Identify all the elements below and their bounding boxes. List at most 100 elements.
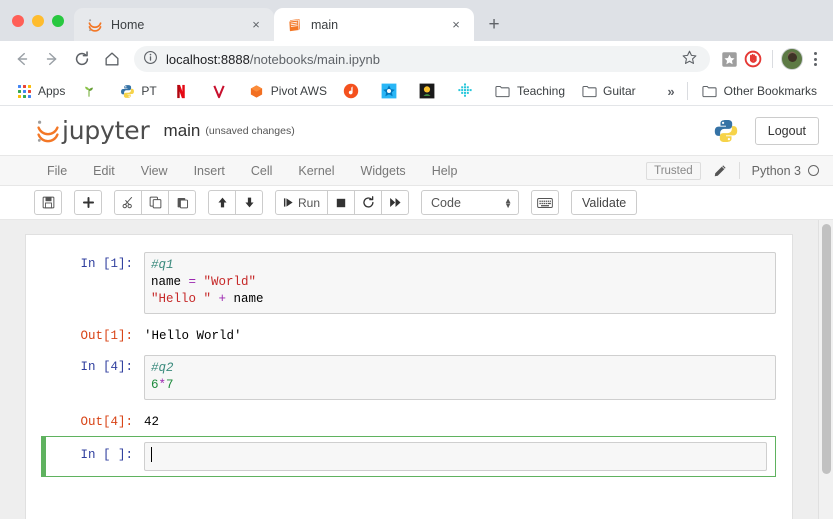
red-block-extension-icon[interactable] [742,48,764,70]
browser-tab-home[interactable]: Home × [74,8,274,41]
gray-star-extension-icon[interactable] [718,48,740,70]
input-prompt: In [4]: [80,360,133,374]
notebook-scroll-area: In [1]: #q1 name = "World" "Hello " + na… [0,220,833,519]
home-button[interactable] [98,45,126,73]
save-icon[interactable] [34,190,62,215]
bookmark-pt[interactable]: PT [111,79,164,103]
close-icon[interactable]: × [448,17,464,33]
kernel-idle-circle-icon[interactable] [808,165,819,176]
star-outline-icon[interactable] [681,49,698,69]
menu-item-insert[interactable]: Insert [181,156,238,186]
run-button[interactable]: Run [275,190,329,215]
output-prompt: Out[4]: [80,415,133,429]
menu-item-help[interactable]: Help [419,156,471,186]
notebook-icon [287,17,303,33]
notebook-name[interactable]: main [164,121,201,141]
bookmark-other-bookmarks[interactable]: Other Bookmarks [694,79,825,103]
orange-cube-icon [249,83,265,99]
browser-tab-main[interactable]: main × [274,8,474,41]
address-bar[interactable]: localhost:8888/notebooks/main.ipynb [134,46,710,72]
maximize-window-button[interactable] [52,14,64,27]
bookmark-label: Teaching [516,84,565,98]
bookmark-folder-teaching[interactable]: Teaching [487,79,573,103]
jupyter-brand[interactable]: jupyter [34,116,150,145]
close-icon[interactable]: × [248,17,264,33]
toolbar-divider [772,50,773,68]
menu-item-view[interactable]: View [128,156,181,186]
pencil-icon[interactable] [713,164,727,178]
run-label: Run [298,195,321,210]
add-cell-icon[interactable] [74,190,102,215]
browser-toolbar: localhost:8888/notebooks/main.ipynb [0,41,833,77]
cell-type-value: Code [431,195,461,210]
info-circle-icon[interactable] [143,50,158,68]
reload-button[interactable] [68,45,96,73]
save-status: (unsaved changes) [205,124,295,137]
new-tab-button[interactable]: + [480,10,508,38]
scrollbar-thumb[interactable] [822,224,831,474]
bookmark-pivot-aws[interactable]: Pivot AWS [241,79,335,103]
logout-button[interactable]: Logout [754,116,819,145]
validate-button[interactable]: Validate [571,190,638,215]
forward-button[interactable] [38,45,66,73]
code-editor[interactable]: #q1 name = "World" "Hello " + name [144,252,776,314]
code-editor[interactable]: #q2 6*7 [144,355,776,400]
code-editor-active[interactable] [144,442,767,471]
restart-run-all-icon[interactable] [381,190,410,215]
folder-icon [702,83,718,99]
code-token-operator: * [158,378,167,392]
menubar-right-group: Trusted Python 3 [646,161,833,180]
notebook-toolbar: Run Code ▲ ▼ Validate [0,186,833,220]
output-prompt: Out[1]: [80,329,133,343]
menu-item-edit[interactable]: Edit [80,156,128,186]
code-cell-3-selected[interactable]: In [ ]: [41,436,776,477]
code-token-comment: #q1 [151,258,174,272]
bookmark-folder-guitar[interactable]: Guitar [573,79,644,103]
output-text: 42 [144,415,160,429]
bookmark-label: PT [141,84,157,98]
bookmark-v[interactable] [203,79,241,103]
bookmarks-overflow-button[interactable]: » [661,84,680,99]
paste-icon[interactable] [168,190,196,215]
cut-icon[interactable] [114,190,142,215]
bookmark-orange-circle[interactable] [335,79,373,103]
url-path: /notebooks/main.ipynb [249,51,380,67]
bookmark-teal-dots[interactable] [449,79,487,103]
kebab-menu-icon[interactable] [805,48,825,70]
bookmark-apps[interactable]: Apps [8,79,73,103]
cell-type-select[interactable]: Code ▲ ▼ [421,190,520,215]
bookmark-netflix[interactable] [165,79,203,103]
copy-icon[interactable] [141,190,169,215]
bookmark-label: Pivot AWS [270,84,327,98]
notebook-cell-container: In [1]: #q1 name = "World" "Hello " + na… [25,234,793,519]
close-window-button[interactable] [12,14,24,27]
minimize-window-button[interactable] [32,14,44,27]
keyboard-icon[interactable] [531,190,560,215]
restart-icon[interactable] [354,190,383,215]
bookmark-dark-badge[interactable] [411,79,449,103]
code-cell-2[interactable]: In [4]: #q2 6*7 [26,350,792,405]
orange-circle-icon [343,83,359,99]
stop-icon[interactable] [327,190,356,215]
toolbar-group-clipboard [114,190,196,215]
status-badge[interactable]: Trusted [646,161,701,180]
folder-icon [581,83,597,99]
toolbar-group-save [34,190,62,215]
code-cell-1[interactable]: In [1]: #q1 name = "World" "Hello " + na… [26,247,792,319]
chevron-updown-icon: ▲ ▼ [504,195,513,210]
page-scrollbar[interactable] [818,220,833,519]
back-button[interactable] [8,45,36,73]
menu-item-widgets[interactable]: Widgets [348,156,419,186]
code-token-number: 7 [166,378,174,392]
output-cell-1: Out[1]: 'Hello World' [26,319,792,350]
jupyter-logo-icon [87,17,103,33]
bookmark-sprout[interactable] [73,79,111,103]
bookmark-blue-square[interactable] [373,79,411,103]
menu-item-file[interactable]: File [34,156,80,186]
avatar[interactable] [781,48,803,70]
move-down-icon[interactable] [235,190,263,215]
move-up-icon[interactable] [208,190,236,215]
menu-item-cell[interactable]: Cell [238,156,286,186]
menu-item-kernel[interactable]: Kernel [285,156,347,186]
